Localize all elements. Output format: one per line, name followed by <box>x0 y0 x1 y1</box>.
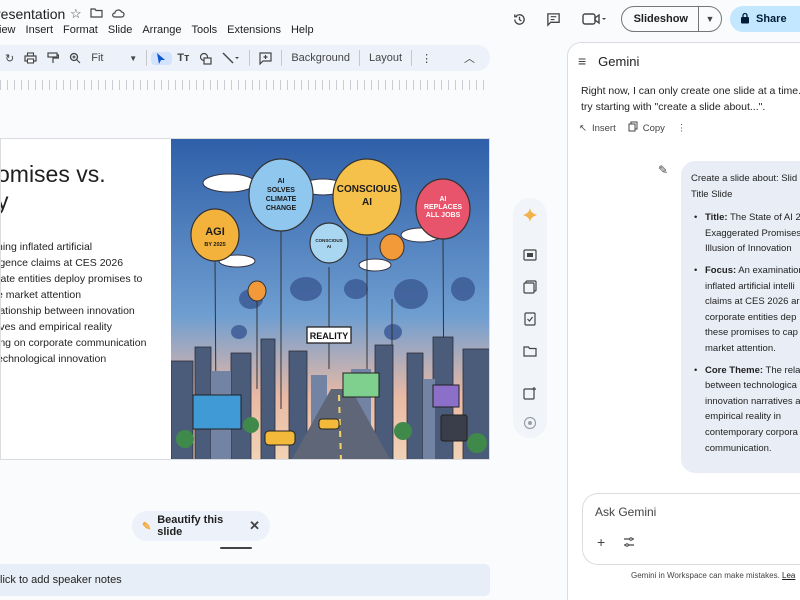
slides-icon[interactable] <box>521 246 539 264</box>
beautify-label: Beautify this slide <box>157 514 224 538</box>
list-item: Focus: An examination inflated artificia… <box>691 263 800 357</box>
zoom-select[interactable]: Fit ▼ <box>86 52 142 64</box>
toolbar-divider <box>146 50 148 66</box>
more-options-icon[interactable]: ⋮ <box>677 123 687 134</box>
print-icon[interactable] <box>19 52 42 64</box>
gemini-panel-header: ≡ Gemini <box>578 53 639 69</box>
beautify-slide-chip[interactable]: ✎ Beautify this slide ✕ <box>132 511 270 541</box>
copy-icon <box>628 121 638 135</box>
balloon-label-agi: AGI <box>205 226 225 238</box>
settings-dot-icon[interactable] <box>521 414 539 432</box>
list-item: Core Theme: The rela between technologic… <box>691 363 800 457</box>
slideshow-button-group: Slideshow ▼ <box>620 6 722 32</box>
slide-image-balloons-city[interactable]: AGI BY 2025 AI SOLVES CLIMATE CHANGE CONSCI… <box>171 139 490 460</box>
gemini-disclaimer: Gemini in Workspace can make mistakes. L… <box>631 571 796 580</box>
more-options-icon[interactable]: ⋮ <box>416 52 437 65</box>
menu-arrange[interactable]: Arrange <box>137 24 186 36</box>
document-title[interactable]: resentation <box>0 6 65 22</box>
insert-icon: ↖ <box>579 122 587 134</box>
zoom-icon[interactable] <box>64 52 86 64</box>
top-bar: resentation ☆ iew Insert Format Slide Ar… <box>0 0 800 42</box>
share-button[interactable]: Share <box>730 6 800 32</box>
dropdown-caret-icon: ▼ <box>129 53 138 63</box>
menu-bar: iew Insert Format Slide Arrange Tools Ex… <box>0 24 319 36</box>
horizontal-ruler <box>0 80 490 90</box>
meet-video-icon[interactable] <box>577 6 611 32</box>
gemini-previous-response: Right now, I can only create one slide a… <box>581 85 800 113</box>
add-comment-icon[interactable] <box>254 51 277 65</box>
side-panel-rail <box>513 198 547 438</box>
text-box-icon[interactable]: Tт <box>172 52 194 64</box>
menu-help[interactable]: Help <box>286 24 319 36</box>
collapse-toolbar-icon[interactable]: ︿ <box>459 50 480 66</box>
slide[interactable]: omises vs. y ning inflated artificial ig… <box>0 138 490 460</box>
ask-gemini-placeholder: Ask Gemini <box>595 505 657 519</box>
slide-title[interactable]: omises vs. y <box>1 161 165 215</box>
select-cursor-icon[interactable] <box>151 51 173 65</box>
keep-icon[interactable] <box>521 278 539 296</box>
prompt-bullet-list: Title: The State of AI 2 Exaggerated Pro… <box>691 210 800 456</box>
menu-slide[interactable]: Slide <box>103 24 137 36</box>
menu-view[interactable]: iew <box>0 24 21 36</box>
hamburger-menu-icon[interactable]: ≡ <box>578 53 586 69</box>
star-icon[interactable]: ☆ <box>70 6 82 22</box>
comment-icon[interactable] <box>541 6 567 32</box>
speaker-notes[interactable]: lick to add speaker notes <box>0 564 490 596</box>
header-actions: Slideshow ▼ Share <box>507 5 800 33</box>
edit-prompt-icon[interactable]: ✎ <box>658 163 668 177</box>
paint-format-icon[interactable] <box>42 52 64 64</box>
add-ons-icon[interactable] <box>521 384 539 402</box>
menu-insert[interactable]: Insert <box>21 24 59 36</box>
notes-drag-handle[interactable] <box>220 547 252 549</box>
toolbar-divider <box>281 50 283 66</box>
editing-toolbar: ↻ Fit ▼ Tт Background Layout ⋮ ︿ <box>0 45 490 71</box>
list-item: Title: The State of AI 2 Exaggerated Pro… <box>691 210 800 257</box>
line-tool-icon[interactable] <box>217 52 245 64</box>
learn-more-link[interactable]: Lea <box>782 571 795 580</box>
layout-button[interactable]: Layout <box>364 52 407 64</box>
history-icon[interactable] <box>507 6 533 32</box>
add-icon[interactable]: + <box>597 534 605 550</box>
zoom-value: Fit <box>91 52 104 64</box>
folder-icon[interactable] <box>90 6 103 22</box>
balloon-label-agi-sub: BY 2025 <box>204 242 225 248</box>
copy-button[interactable]: Copy <box>628 121 665 135</box>
reality-sign-label: REALITY <box>310 331 349 341</box>
slide-body-text[interactable]: ning inflated artificial igence claims a… <box>1 239 165 367</box>
gemini-side-panel: ≡ Gemini Right now, I can only create on… <box>567 42 800 600</box>
shape-icon[interactable] <box>194 52 217 65</box>
ask-gemini-input[interactable]: Ask Gemini + <box>582 493 800 565</box>
share-label: Share <box>756 13 787 25</box>
background-button[interactable]: Background <box>286 52 355 64</box>
sparkle-pen-icon: ✎ <box>142 520 152 533</box>
speaker-notes-placeholder: lick to add speaker notes <box>0 574 122 586</box>
menu-format[interactable]: Format <box>58 24 103 36</box>
lock-icon <box>740 12 750 27</box>
toolbar-divider <box>359 50 361 66</box>
gemini-panel-title: Gemini <box>598 53 640 69</box>
menu-tools[interactable]: Tools <box>186 24 222 36</box>
slide-canvas: omises vs. y ning inflated artificial ig… <box>0 92 500 562</box>
title-icons: ☆ <box>70 6 125 22</box>
redo-icon[interactable]: ↻ <box>0 52 19 65</box>
toolbar-divider <box>411 50 413 66</box>
insert-button[interactable]: ↖ Insert <box>579 123 616 134</box>
drive-folder-icon[interactable] <box>521 342 539 360</box>
menu-extensions[interactable]: Extensions <box>222 24 286 36</box>
response-actions: ↖ Insert Copy ⋮ <box>579 121 686 135</box>
user-prompt-bubble: Create a slide about: Slid Title Slide T… <box>681 161 800 473</box>
tools-icon[interactable] <box>623 536 635 551</box>
gemini-sparkle-icon[interactable] <box>521 206 539 224</box>
toolbar-divider <box>249 50 251 66</box>
slideshow-dropdown-icon[interactable]: ▼ <box>699 14 721 24</box>
cloud-icon[interactable] <box>111 6 125 22</box>
close-icon[interactable]: ✕ <box>249 518 260 534</box>
slideshow-button[interactable]: Slideshow <box>622 7 699 31</box>
tasks-icon[interactable] <box>521 310 539 328</box>
